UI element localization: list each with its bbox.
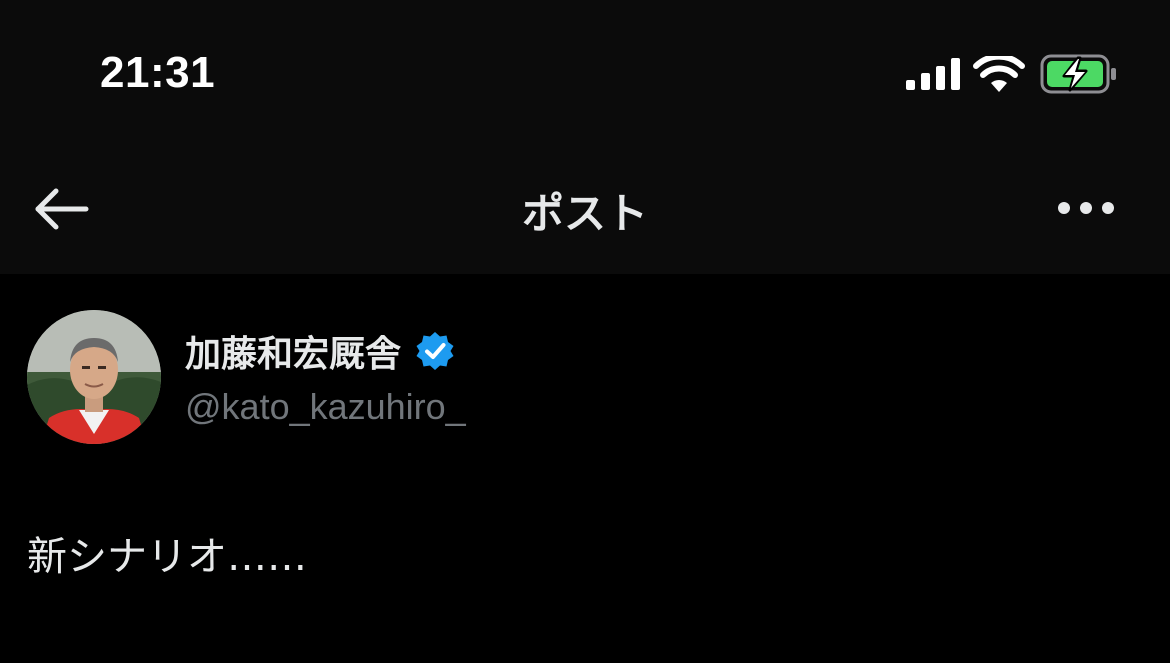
cellular-signal-icon xyxy=(906,58,960,90)
battery-charging-icon xyxy=(1040,54,1116,94)
post: 加藤和宏厩舎 @kato_kazuhiro_ 新シナリオ…… xyxy=(0,274,1170,663)
more-horizontal-icon xyxy=(1058,202,1114,214)
post-text: 新シナリオ…… xyxy=(27,534,307,580)
status-time: 21:31 xyxy=(100,48,216,97)
author-display-name[interactable]: 加藤和宏厩舎 xyxy=(185,325,401,377)
author-name-row: 加藤和宏厩舎 xyxy=(185,326,455,376)
page-title: ポスト xyxy=(521,189,648,238)
verified-badge-icon[interactable] xyxy=(415,331,455,371)
top-nav-bar: ポスト xyxy=(0,140,1170,274)
wifi-icon xyxy=(973,56,1025,92)
more-options-button[interactable] xyxy=(1054,196,1118,220)
avatar[interactable] xyxy=(27,310,161,444)
status-bar: 21:31 xyxy=(0,0,1170,140)
author-handle[interactable]: @kato_kazuhiro_ xyxy=(185,386,466,428)
